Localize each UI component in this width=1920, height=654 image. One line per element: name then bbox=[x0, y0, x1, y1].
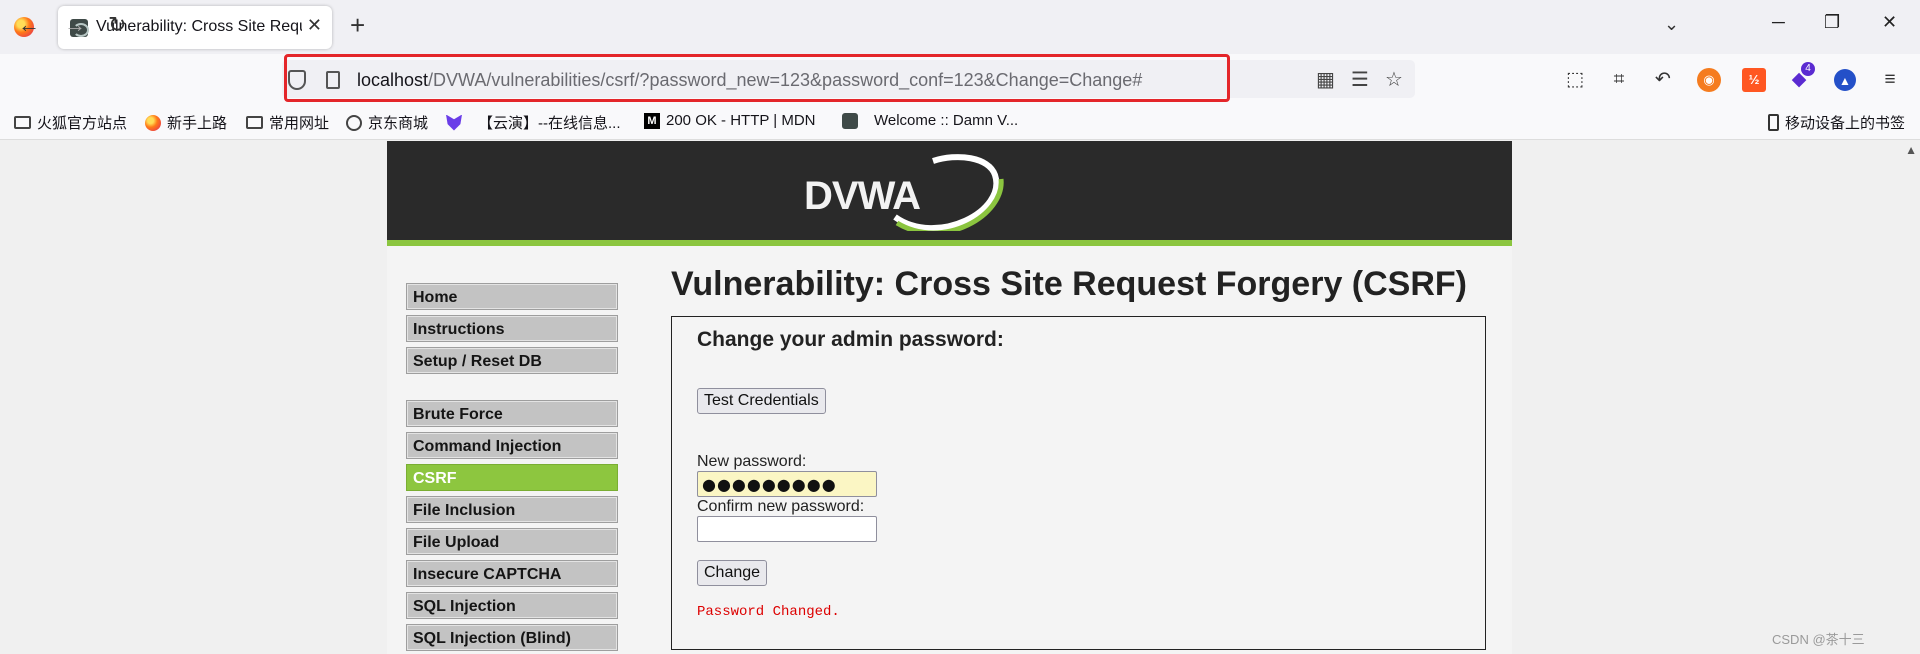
bookmark-star-icon[interactable]: ☆ bbox=[1385, 69, 1403, 91]
menu-item-instructions[interactable]: Instructions bbox=[406, 315, 618, 342]
bookmark-label: 【云演】--在线信息... bbox=[478, 115, 621, 132]
bookmark-label: 新手上路 bbox=[167, 115, 228, 132]
yunyan-shield-icon bbox=[446, 114, 462, 131]
globe-icon bbox=[346, 114, 362, 131]
scroll-up-arrow-icon[interactable]: ▲ bbox=[1905, 143, 1917, 157]
form-heading: Change your admin password: bbox=[697, 328, 1004, 351]
csdn-watermark: CSDN @茶十三 bbox=[1772, 632, 1865, 647]
menu-item-file-upload[interactable]: File Upload bbox=[406, 528, 618, 555]
dvwa-logo-text: DVWA bbox=[804, 174, 921, 218]
tab-close-icon[interactable]: ✕ bbox=[307, 15, 322, 36]
fox-extension-icon[interactable]: ◉ bbox=[1697, 68, 1721, 92]
bookmark-getting-started[interactable]: 新手上路 bbox=[145, 112, 227, 133]
bookmark-label: 移动设备上的书签 bbox=[1785, 115, 1906, 132]
confirm-password-label: Confirm new password: bbox=[697, 498, 865, 515]
list-all-tabs-icon[interactable]: ⌄ bbox=[1664, 14, 1679, 35]
bookmark-jd[interactable]: 京东商城 bbox=[346, 112, 428, 133]
bookmark-label: Welcome :: Damn V... bbox=[874, 112, 1019, 129]
bookmark-label: 常用网址 bbox=[269, 115, 330, 132]
new-password-field[interactable]: ●●●●●●●●● bbox=[697, 471, 877, 497]
back-icon[interactable]: ← bbox=[18, 13, 40, 37]
folder-icon bbox=[14, 116, 31, 129]
menu-icon[interactable]: ≡ bbox=[1878, 68, 1902, 92]
menu-item-sql-injection[interactable]: SQL Injection bbox=[406, 592, 618, 619]
page-viewport: DVWA Home Instructions Setup / Reset DB … bbox=[0, 141, 1920, 654]
bookmark-yunyan[interactable]: 【云演】--在线信息... bbox=[446, 112, 621, 133]
bookmarks-toolbar: 火狐官方站点 新手上路 常用网址 京东商城 【云演】--在线信息... M 200… bbox=[0, 104, 1920, 140]
orange-extension-icon[interactable]: ½ bbox=[1742, 68, 1766, 92]
reload-icon[interactable]: ↻ bbox=[108, 13, 126, 37]
bookmark-mdn[interactable]: M 200 OK - HTTP | MDN bbox=[644, 112, 815, 129]
bookmark-mobile[interactable]: 移动设备上的书签 bbox=[1768, 112, 1905, 133]
minimize-icon[interactable]: ─ bbox=[1772, 12, 1785, 33]
close-window-icon[interactable]: ✕ bbox=[1882, 12, 1897, 33]
screenshot-crop-icon[interactable]: ⌗ bbox=[1607, 68, 1631, 92]
dvwa-icon bbox=[842, 112, 858, 129]
menu-item-insecure-captcha[interactable]: Insecure CAPTCHA bbox=[406, 560, 618, 587]
tab-title: Vulnerability: Cross Site Request Forger… bbox=[96, 18, 302, 35]
page-scrollbar[interactable] bbox=[1904, 141, 1920, 654]
reader-view-icon[interactable]: ☰ bbox=[1351, 69, 1369, 91]
mdn-icon: M bbox=[644, 112, 660, 129]
bookmark-common-sites[interactable]: 常用网址 bbox=[246, 112, 329, 133]
bookmark-firefox-official[interactable]: 火狐官方站点 bbox=[14, 112, 127, 133]
tab-strip: Vulnerability: Cross Site Request Forger… bbox=[0, 0, 1920, 54]
bookmark-label: 火狐官方站点 bbox=[37, 115, 128, 132]
undo-close-tab-icon[interactable]: ↶ bbox=[1651, 68, 1675, 92]
menu-item-home[interactable]: Home bbox=[406, 283, 618, 310]
restore-icon[interactable]: ❐ bbox=[1824, 12, 1840, 33]
mobile-device-icon bbox=[1768, 114, 1779, 131]
result-message: Password Changed. bbox=[697, 604, 840, 620]
new-password-label: New password: bbox=[697, 453, 807, 470]
extensions-icon[interactable]: ⬚ bbox=[1563, 68, 1587, 92]
dvwa-page: DVWA Home Instructions Setup / Reset DB … bbox=[387, 141, 1512, 654]
qr-code-icon[interactable]: ▦ bbox=[1316, 69, 1335, 91]
change-button[interactable]: Change bbox=[697, 560, 768, 586]
firefox-icon bbox=[145, 114, 161, 131]
blue-extension-icon[interactable]: ▲ bbox=[1834, 69, 1856, 91]
url-highlight-box bbox=[284, 54, 1230, 102]
extension-badge: 4 bbox=[1801, 62, 1815, 76]
new-tab-icon[interactable]: + bbox=[350, 12, 365, 38]
folder-icon bbox=[246, 116, 263, 129]
menu-item-sql-injection-blind[interactable]: SQL Injection (Blind) bbox=[406, 624, 618, 651]
dvwa-header: DVWA bbox=[387, 141, 1512, 246]
bookmark-dvwa[interactable]: Welcome :: Damn V... bbox=[842, 112, 1018, 129]
menu-item-command-injection[interactable]: Command Injection bbox=[406, 432, 618, 459]
purple-extension-icon[interactable]: ◆ 4 bbox=[1787, 62, 1815, 92]
menu-item-file-inclusion[interactable]: File Inclusion bbox=[406, 496, 618, 523]
confirm-password-field[interactable] bbox=[697, 516, 877, 542]
bookmark-label: 京东商城 bbox=[368, 115, 429, 132]
test-credentials-button[interactable]: Test Credentials bbox=[697, 388, 826, 414]
menu-item-csrf[interactable]: CSRF bbox=[406, 464, 618, 491]
menu-item-brute-force[interactable]: Brute Force bbox=[406, 400, 618, 427]
tab-dvwa-csrf[interactable]: Vulnerability: Cross Site Request Forger… bbox=[58, 6, 332, 49]
bookmark-label: 200 OK - HTTP | MDN bbox=[666, 112, 816, 129]
page-title: Vulnerability: Cross Site Request Forger… bbox=[671, 265, 1467, 303]
csrf-form-box: Change your admin password: Test Credent… bbox=[671, 316, 1486, 650]
menu-item-setup[interactable]: Setup / Reset DB bbox=[406, 347, 618, 374]
forward-icon[interactable]: → bbox=[64, 13, 86, 37]
